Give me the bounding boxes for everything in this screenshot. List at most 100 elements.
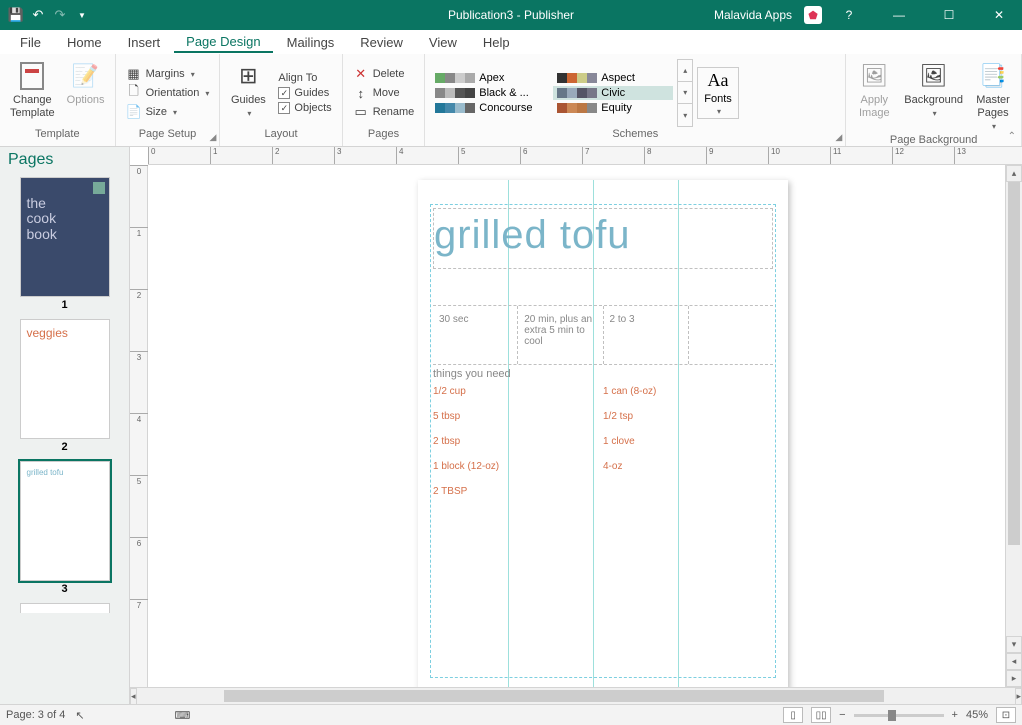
- horizontal-ruler[interactable]: 012345678910111213: [148, 147, 1022, 165]
- zoom-out-icon[interactable]: −: [839, 709, 845, 721]
- pages-panel-header: Pages: [0, 147, 129, 173]
- chevron-down-icon: ▾: [717, 107, 721, 116]
- account-badge-icon[interactable]: ⬟: [804, 6, 822, 24]
- menu-review[interactable]: Review: [348, 33, 415, 52]
- menu-page-design[interactable]: Page Design: [174, 32, 272, 53]
- ingredient-item[interactable]: 2 TBSP: [433, 486, 603, 497]
- scheme-concourse[interactable]: Concourse: [431, 101, 551, 115]
- redo-icon[interactable]: ↷: [50, 5, 70, 25]
- two-page-view-icon[interactable]: ▯▯: [811, 707, 831, 723]
- dialog-launcher-icon[interactable]: ◢: [835, 132, 842, 143]
- prev-page-icon[interactable]: ◂: [1006, 653, 1022, 670]
- account-label[interactable]: Malavida Apps: [714, 8, 792, 22]
- collapse-ribbon-icon[interactable]: ⌃: [1008, 131, 1016, 142]
- scroll-down-icon[interactable]: ▾: [1006, 636, 1022, 653]
- master-pages-button[interactable]: 📑Master Pages▾: [971, 58, 1015, 134]
- ingredient-item[interactable]: 1 can (8-oz): [603, 386, 773, 397]
- schemes-scroll[interactable]: ▴▾▾: [677, 59, 693, 127]
- ingredient-item[interactable]: 1/2 tsp: [603, 411, 773, 422]
- canvas-area: 012345678910111213 01234567 grilled tofu…: [130, 147, 1022, 704]
- vertical-ruler[interactable]: 01234567: [130, 165, 148, 687]
- size-button[interactable]: 📄Size▾: [122, 103, 214, 121]
- ingredient-item[interactable]: 1 block (12-oz): [433, 461, 603, 472]
- scheme-label: Aspect: [601, 72, 635, 84]
- menu-bar: File Home Insert Page Design Mailings Re…: [0, 30, 1022, 54]
- scroll-thumb[interactable]: [224, 690, 883, 702]
- ingredients-list[interactable]: 1/2 cup 5 tbsp 2 tbsp 1 block (12-oz) 2 TBSP…: [433, 386, 773, 497]
- prep-time[interactable]: 30 sec: [433, 306, 518, 364]
- fonts-button[interactable]: Aa Fonts▾: [697, 67, 739, 119]
- delete-page-button[interactable]: ✕Delete: [349, 65, 419, 83]
- single-page-view-icon[interactable]: ▯: [783, 707, 803, 723]
- dialog-launcher-icon[interactable]: ◢: [209, 132, 216, 143]
- zoom-level[interactable]: 45%: [966, 709, 988, 721]
- thumbnail-page-4-partial[interactable]: [20, 603, 110, 613]
- recipe-info-row[interactable]: 30 sec 20 min, plus an extra 5 min to co…: [433, 305, 773, 365]
- group-label: Page Setup: [122, 128, 214, 144]
- thumbnail-page-1[interactable]: thecookbook 1: [10, 177, 119, 311]
- scroll-thumb[interactable]: [1008, 182, 1020, 545]
- maximize-button[interactable]: ☐: [926, 0, 972, 30]
- zoom-in-icon[interactable]: +: [952, 709, 958, 721]
- minimize-button[interactable]: —: [876, 0, 922, 30]
- chevron-up-icon[interactable]: ▴: [678, 60, 692, 82]
- workspace[interactable]: grilled tofu 30 sec 20 min, plus an extr…: [148, 165, 1005, 687]
- zoom-slider[interactable]: [854, 714, 944, 717]
- scheme-black[interactable]: Black & ...: [431, 86, 551, 100]
- qat-customize-icon[interactable]: ▼: [72, 5, 92, 25]
- menu-home[interactable]: Home: [55, 33, 114, 52]
- scroll-right-icon[interactable]: ▸: [1015, 688, 1022, 705]
- page-canvas[interactable]: grilled tofu 30 sec 20 min, plus an extr…: [418, 180, 788, 687]
- menu-mailings[interactable]: Mailings: [275, 33, 347, 52]
- horizontal-scrollbar[interactable]: ◂ ▸: [130, 687, 1022, 704]
- scroll-up-icon[interactable]: ▴: [1006, 165, 1022, 182]
- background-button[interactable]: 🖼Background▾: [900, 58, 967, 134]
- scheme-aspect[interactable]: Aspect: [553, 71, 673, 85]
- ingredient-item[interactable]: 2 tbsp: [433, 436, 603, 447]
- objects-checkbox[interactable]: ✓Objects: [274, 101, 335, 115]
- guides-checkbox[interactable]: ✓Guides: [274, 86, 335, 100]
- chevron-down-icon[interactable]: ▾: [678, 82, 692, 104]
- scheme-equity[interactable]: Equity: [553, 101, 673, 115]
- ingredient-item[interactable]: 1/2 cup: [433, 386, 603, 397]
- ingredient-item[interactable]: 4-oz: [603, 461, 773, 472]
- menu-help[interactable]: Help: [471, 33, 522, 52]
- group-label: Page Background: [852, 134, 1015, 146]
- menu-file[interactable]: File: [8, 33, 53, 52]
- cook-time[interactable]: 20 min, plus an extra 5 min to cool: [518, 306, 603, 364]
- scheme-apex[interactable]: Apex: [431, 71, 551, 85]
- guides-icon: ⊞: [232, 60, 264, 92]
- fit-page-icon[interactable]: ⊡: [996, 707, 1016, 723]
- page-indicator[interactable]: Page: 3 of 4: [6, 709, 65, 721]
- save-icon[interactable]: 💾: [6, 5, 26, 25]
- servings[interactable]: 2 to 3: [604, 306, 689, 364]
- thumbnail-page-2[interactable]: veggies 2: [10, 319, 119, 453]
- ingredient-item[interactable]: 5 tbsp: [433, 411, 603, 422]
- margins-button[interactable]: ▦Margins▾: [122, 65, 214, 83]
- guides-button[interactable]: ⊞ Guides▾: [226, 58, 270, 128]
- ingredient-item[interactable]: 1 clove: [603, 436, 773, 447]
- next-page-icon[interactable]: ▸: [1006, 670, 1022, 687]
- change-template-button[interactable]: Change Template: [6, 58, 59, 128]
- vertical-scrollbar[interactable]: ▴ ▾ ◂ ▸: [1005, 165, 1022, 687]
- things-you-need-label[interactable]: things you need: [433, 368, 511, 380]
- thumbnail-page-3[interactable]: grilled tofu 3: [10, 461, 119, 595]
- rename-page-button[interactable]: ▭Rename: [349, 103, 419, 121]
- master-icon: 📑: [977, 60, 1009, 92]
- orientation-button[interactable]: 🗋Orientation▾: [122, 84, 214, 102]
- keyboard-icon[interactable]: ⌨: [175, 709, 191, 722]
- background-icon: 🖼: [918, 60, 950, 92]
- move-icon: ↕: [353, 85, 369, 101]
- close-button[interactable]: ✕: [976, 0, 1022, 30]
- more-icon[interactable]: ▾: [678, 104, 692, 126]
- menu-view[interactable]: View: [417, 33, 469, 52]
- help-icon[interactable]: ?: [826, 0, 872, 30]
- recipe-title[interactable]: grilled tofu: [433, 208, 773, 269]
- chevron-down-icon: ▾: [933, 109, 937, 119]
- scheme-civic[interactable]: Civic: [553, 86, 673, 100]
- orientation-icon: 🗋: [126, 85, 142, 101]
- size-icon: 📄: [126, 104, 142, 120]
- undo-icon[interactable]: ↶: [28, 5, 48, 25]
- move-page-button[interactable]: ↕Move: [349, 84, 419, 102]
- menu-insert[interactable]: Insert: [116, 33, 173, 52]
